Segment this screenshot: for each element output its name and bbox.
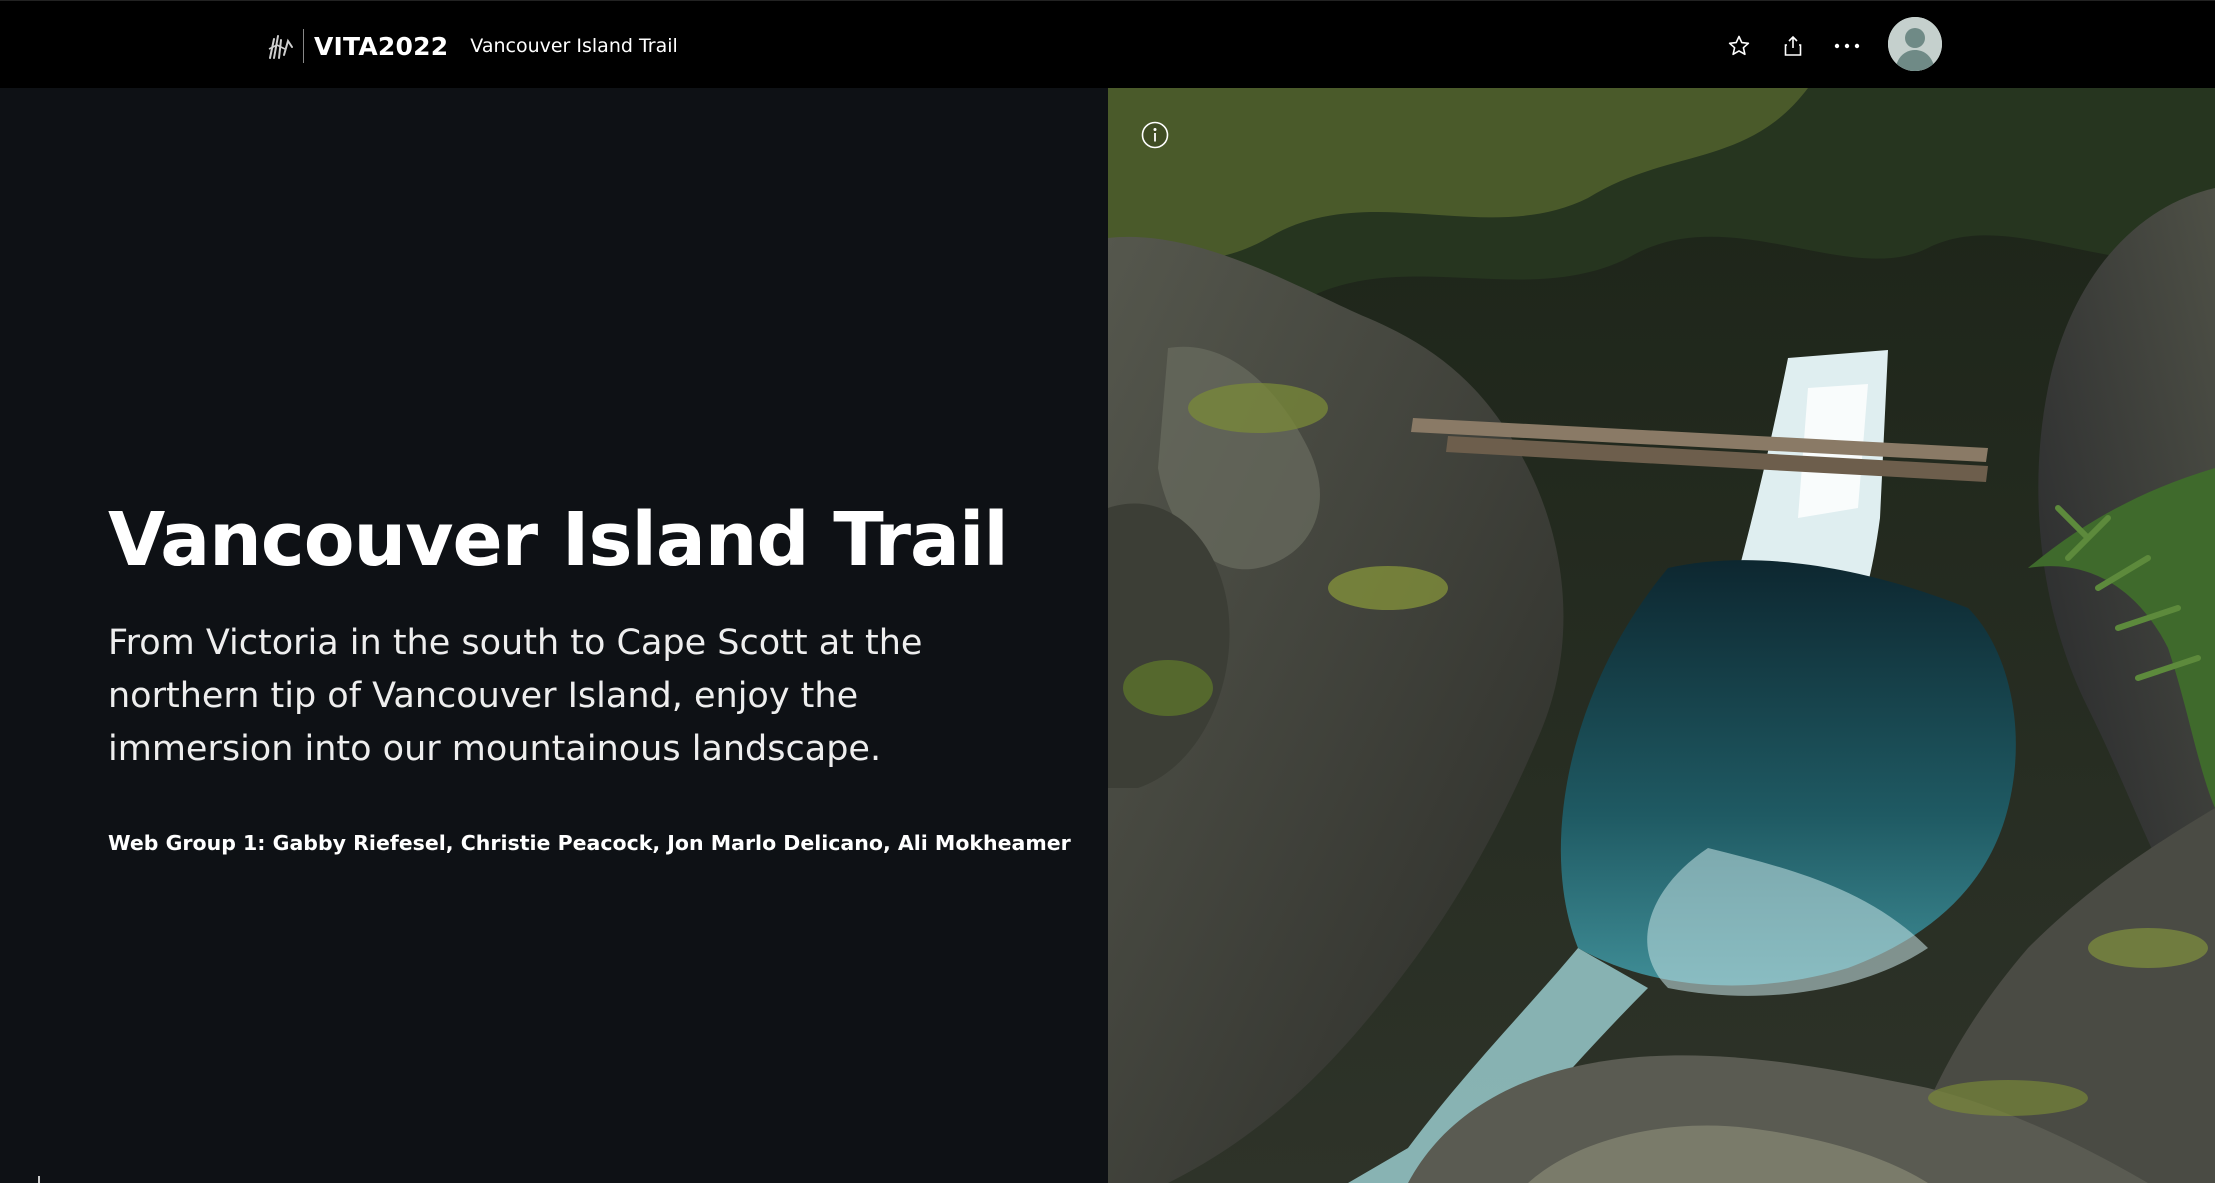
org-name-link[interactable]: VITA2022 [314,32,448,61]
hand-logo-icon [268,35,293,59]
cover-byline: Web Group 1: Gabby Riefesel, Christie Pe… [108,831,1071,855]
more-options-button[interactable] [1830,29,1864,63]
cover-subtitle: From Victoria in the south to Cape Scott… [108,623,923,769]
info-icon[interactable] [1140,120,1170,150]
user-avatar[interactable] [1888,17,1942,71]
share-button[interactable] [1776,29,1810,63]
cover-title: Vancouver Island Trail [108,497,1009,583]
share-icon [1784,35,1802,56]
scroll-indicator [38,1176,40,1183]
story-title: Vancouver Island Trail [470,35,678,57]
avatar-person-icon [1888,17,1942,71]
favorite-button[interactable] [1722,29,1756,63]
brand-divider [303,29,304,63]
more-options-icon [1834,43,1860,49]
top-navigation-bar: VITA2022 Vancouver Island Trail [0,0,2215,88]
waterfall-canyon-image [1108,88,2215,1183]
favorite-star-icon [1728,35,1750,56]
cover-image [1108,88,2215,1183]
brand-area: VITA2022 Vancouver Island Trail [265,29,678,63]
